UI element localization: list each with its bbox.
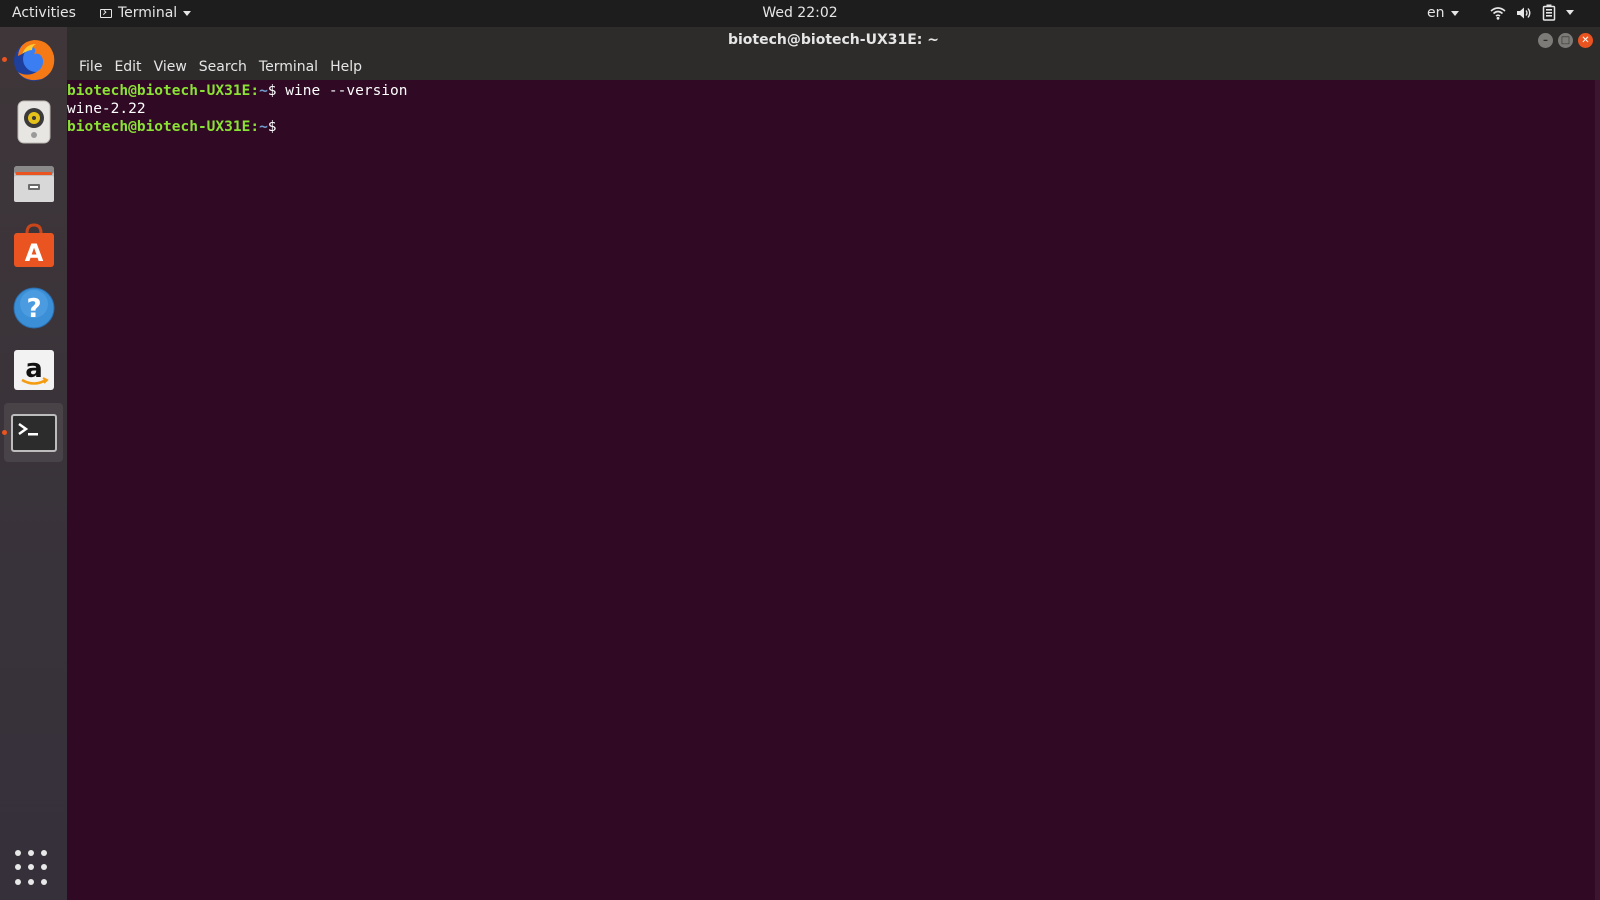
running-indicator xyxy=(2,57,7,62)
show-applications-button[interactable] xyxy=(15,850,51,886)
rhythmbox-icon xyxy=(17,100,50,143)
menu-edit[interactable]: Edit xyxy=(108,59,147,75)
chevron-down-icon xyxy=(1450,10,1459,16)
language-label: en xyxy=(1427,5,1445,21)
prompt-symbol: $ xyxy=(267,83,286,99)
menu-help[interactable]: Help xyxy=(324,59,368,75)
window-title: biotech@biotech-UX31E: ~ xyxy=(727,32,939,48)
files-icon xyxy=(13,165,54,202)
minimize-button[interactable]: – xyxy=(1538,33,1553,48)
wifi-icon xyxy=(1490,6,1506,20)
menu-bar: File Edit View Search Terminal Help xyxy=(67,54,1600,80)
command-output: wine-2.22 xyxy=(67,101,146,117)
dock-item-ubuntu-software[interactable]: A xyxy=(4,216,63,275)
menu-terminal[interactable]: Terminal xyxy=(253,59,324,75)
clock[interactable]: Wed 22:02 xyxy=(762,5,837,21)
dock: A ? a xyxy=(0,27,67,900)
dock-item-terminal[interactable] xyxy=(2,403,63,462)
activities-button[interactable]: Activities xyxy=(12,5,76,21)
menu-view[interactable]: View xyxy=(148,59,193,75)
prompt-user: biotech@biotech-UX31E xyxy=(67,119,251,135)
prompt-separator: : xyxy=(250,119,260,135)
chevron-down-icon xyxy=(1566,10,1574,15)
command-text: wine --version xyxy=(285,83,408,99)
menu-search[interactable]: Search xyxy=(193,59,253,75)
terminal-window: biotech@biotech-UX31E: ~ – □ ✕ File Edit… xyxy=(67,27,1600,900)
dock-item-firefox[interactable] xyxy=(2,30,63,89)
terminal-line: biotech@biotech-UX31E:~$ xyxy=(67,118,1595,136)
software-icon: A xyxy=(13,222,54,267)
running-indicator xyxy=(2,430,7,435)
svg-text:?: ? xyxy=(26,294,41,324)
prompt-symbol: $ xyxy=(267,119,286,135)
chevron-down-icon xyxy=(183,10,192,16)
prompt-user: biotech@biotech-UX31E xyxy=(67,83,251,99)
terminal-scrollbar[interactable] xyxy=(1595,80,1600,900)
dock-item-help[interactable]: ? xyxy=(4,278,63,337)
battery-icon xyxy=(1542,4,1556,21)
help-icon: ? xyxy=(13,287,54,328)
amazon-icon: a xyxy=(13,349,54,390)
maximize-icon: □ xyxy=(1560,34,1571,46)
minimize-icon: – xyxy=(1543,34,1548,46)
top-bar: Activities Terminal Wed 22:02 en xyxy=(0,0,1600,27)
svg-text:A: A xyxy=(24,239,43,267)
volume-icon xyxy=(1517,7,1531,18)
dock-item-files[interactable] xyxy=(4,154,63,213)
close-button[interactable]: ✕ xyxy=(1578,33,1593,48)
app-menu-label: Terminal xyxy=(118,5,178,21)
system-tray[interactable] xyxy=(1490,4,1574,21)
firefox-icon xyxy=(13,39,54,81)
terminal-icon xyxy=(10,413,57,452)
clock-container: Wed 22:02 xyxy=(0,5,1600,21)
svg-text:a: a xyxy=(25,354,43,384)
menu-file[interactable]: File xyxy=(73,59,108,75)
prompt-separator: : xyxy=(250,83,260,99)
window-titlebar[interactable]: biotech@biotech-UX31E: ~ – □ ✕ xyxy=(67,27,1600,54)
app-menu[interactable]: Terminal xyxy=(100,5,192,21)
terminal-line: biotech@biotech-UX31E:~$ wine --version xyxy=(67,82,1595,100)
terminal-icon xyxy=(100,8,112,18)
dock-item-rhythmbox[interactable] xyxy=(4,92,63,151)
dock-item-amazon[interactable]: a xyxy=(4,340,63,399)
maximize-button[interactable]: □ xyxy=(1558,33,1573,48)
prompt-path: ~ xyxy=(259,119,268,135)
terminal-output[interactable]: biotech@biotech-UX31E:~$ wine --version … xyxy=(67,80,1595,900)
close-icon: ✕ xyxy=(1581,34,1590,46)
prompt-path: ~ xyxy=(259,83,268,99)
terminal-line: wine-2.22 xyxy=(67,100,1595,118)
language-indicator[interactable]: en xyxy=(1427,5,1459,21)
